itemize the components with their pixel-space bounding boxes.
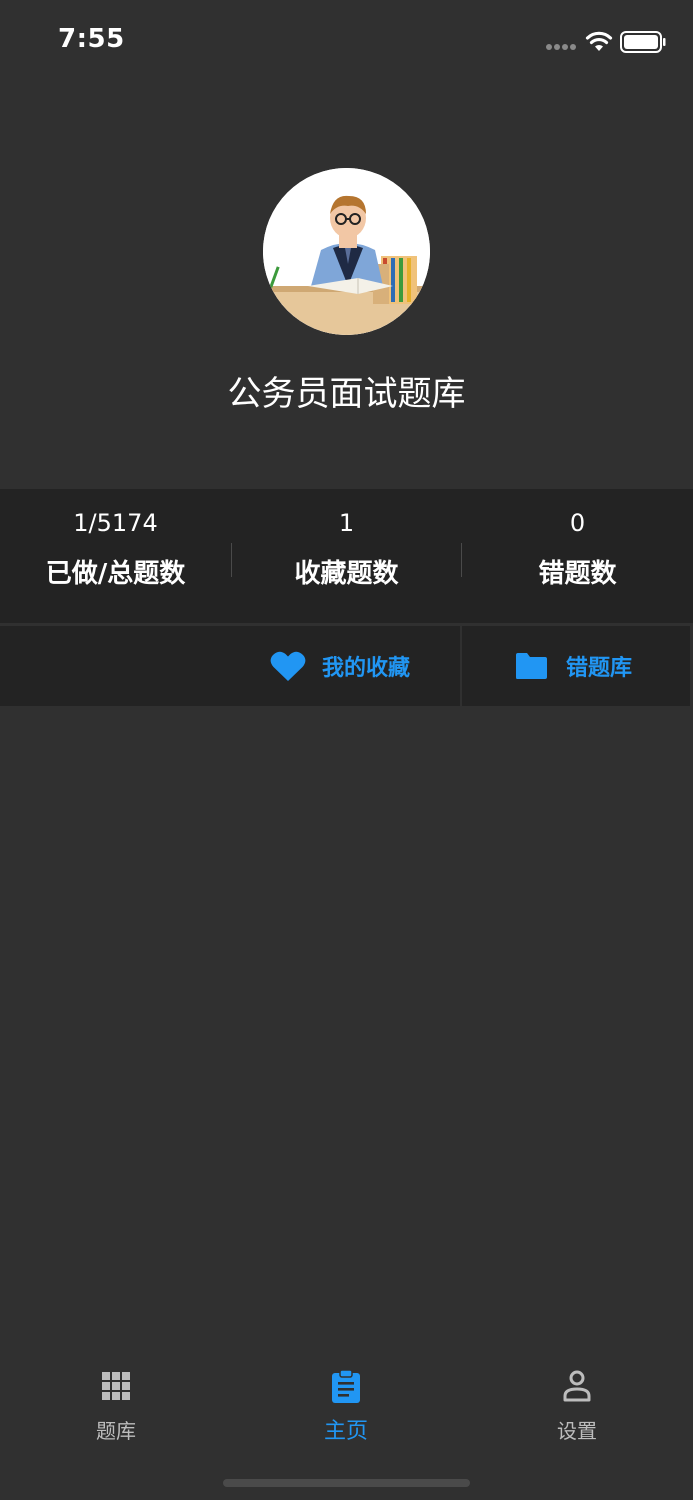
- avatar: [263, 168, 430, 335]
- signal-icon: [546, 44, 576, 50]
- status-bar: 7:55: [0, 0, 693, 84]
- my-favorites-button[interactable]: 我的收藏: [270, 626, 410, 706]
- tab-label: 题库: [96, 1419, 136, 1443]
- clipboard-icon: [332, 1369, 360, 1403]
- grid-icon: [102, 1372, 130, 1400]
- mistake-bank-button[interactable]: 错题库: [514, 626, 632, 706]
- tab-label: 设置: [557, 1419, 597, 1443]
- stat-favorites: 1 收藏题数: [231, 489, 462, 623]
- action-bar: 我的收藏 错题库: [0, 626, 693, 706]
- stat-value: 1/5174: [73, 509, 158, 537]
- stats-panel: 1/5174 已做/总题数 1 收藏题数 0 错题数: [0, 489, 693, 623]
- wifi-icon: [585, 31, 613, 51]
- tab-settings[interactable]: 设置: [517, 1369, 637, 1449]
- divider: [231, 543, 232, 577]
- home-indicator[interactable]: [223, 1479, 470, 1487]
- stat-label: 已做/总题数: [45, 559, 186, 589]
- heart-icon: [270, 651, 306, 681]
- divider: [460, 626, 462, 706]
- tab-question-bank[interactable]: 题库: [56, 1369, 176, 1449]
- tab-label: 主页: [323, 1419, 368, 1444]
- tab-home[interactable]: 主页: [286, 1369, 406, 1449]
- stat-mistakes: 0 错题数: [462, 489, 693, 623]
- my-favorites-label: 我的收藏: [322, 656, 411, 681]
- mistake-bank-label: 错题库: [566, 656, 633, 681]
- divider: [461, 543, 462, 577]
- battery-icon: [620, 31, 666, 53]
- folder-icon: [516, 653, 547, 679]
- stat-label: 错题数: [538, 559, 617, 589]
- stat-value: 0: [569, 509, 586, 537]
- status-time: 7:55: [58, 24, 125, 54]
- stat-label: 收藏题数: [294, 559, 399, 589]
- stat-value: 1: [338, 509, 355, 537]
- app-title: 公务员面试题库: [227, 374, 466, 414]
- stat-done-total: 1/5174 已做/总题数: [0, 489, 231, 623]
- person-icon: [563, 1370, 591, 1402]
